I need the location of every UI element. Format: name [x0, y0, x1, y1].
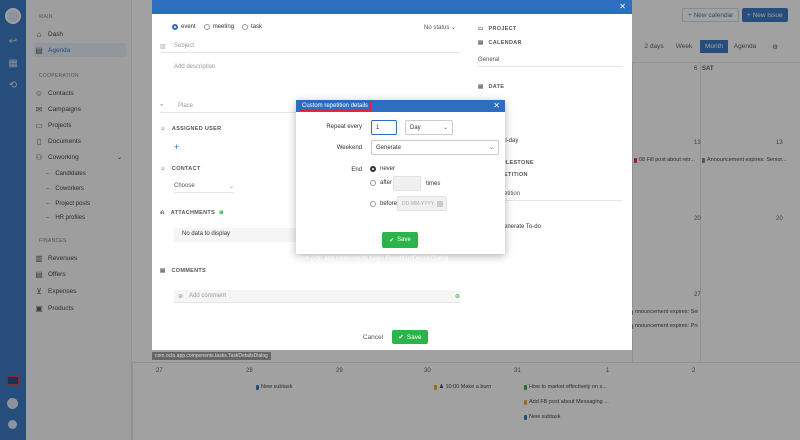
- chevron-down-icon: ⌄: [228, 183, 234, 190]
- after-times-input[interactable]: [393, 176, 421, 191]
- assigned-user-title: ☺ ASSIGNED USER: [160, 126, 222, 132]
- cancel-button[interactable]: Cancel: [356, 330, 390, 344]
- check-icon: ✔: [389, 237, 395, 244]
- type-meeting-radio[interactable]: meeting: [203, 24, 234, 30]
- add-user-icon[interactable]: +: [174, 142, 179, 152]
- weekend-select[interactable]: Generate ⌄: [371, 140, 499, 155]
- add-icon: ⊕: [178, 293, 184, 300]
- save-button[interactable]: ✔ Save: [392, 330, 428, 344]
- status-select[interactable]: No status ⌄: [424, 24, 456, 31]
- task-type-radios: event meeting task: [172, 24, 270, 30]
- generate-todo-label: enerate To-do: [504, 224, 541, 230]
- contact-select[interactable]: Choose ⌄: [174, 180, 234, 193]
- description-field[interactable]: Add description: [174, 60, 460, 73]
- component-tooltip: com.octo.app.components.tasks.TaskDetail…: [152, 352, 271, 360]
- repetition-title: ETITION: [504, 172, 528, 178]
- end-after-radio[interactable]: after: [370, 180, 392, 186]
- repeat-unit-select[interactable]: Day ⌄: [405, 120, 453, 135]
- end-label: End: [351, 167, 362, 173]
- paperclip-icon: ⎌: [160, 210, 165, 216]
- repeat-every-label: Repeat every: [326, 124, 362, 130]
- weekend-label: Weekend: [336, 145, 362, 151]
- repetition-save-button[interactable]: ✔ Save: [382, 232, 418, 248]
- calendar-icon: ▤: [478, 40, 484, 46]
- add-comment-input[interactable]: ⊕ Add comment ⊕: [174, 290, 460, 303]
- calendar-picker-icon: [437, 200, 443, 207]
- end-before-radio[interactable]: before: [370, 201, 397, 207]
- type-task-radio[interactable]: task: [242, 24, 262, 30]
- project-title: ▭ PROJECT: [478, 26, 517, 32]
- type-event-radio[interactable]: event: [172, 24, 196, 30]
- calendar-select[interactable]: General: [478, 54, 622, 67]
- dialog-title: Custom repetition details: [299, 101, 372, 111]
- repetition-details-dialog: Custom repetition details ✕ Repeat every…: [296, 100, 505, 254]
- user-icon: ☺: [160, 126, 166, 132]
- dialog-class-label: com.octo.app.components.tasks.Repetition…: [298, 256, 449, 262]
- task-dialog-header: ✕: [152, 0, 632, 14]
- location-icon: ⌖: [160, 102, 164, 109]
- end-never-radio[interactable]: never: [370, 166, 395, 172]
- all-day-label: ll-day: [504, 138, 519, 144]
- subject-field[interactable]: ▨ Subject: [160, 40, 460, 53]
- calendar-icon: ▤: [478, 84, 484, 90]
- repeat-every-input[interactable]: 1: [371, 120, 397, 135]
- calendar-title: ▤ CALENDAR: [478, 40, 522, 46]
- date-title: ▤ DATE: [478, 84, 505, 90]
- close-icon[interactable]: ✕: [493, 101, 500, 110]
- chevron-down-icon: ⌄: [442, 125, 448, 131]
- close-icon[interactable]: ✕: [619, 2, 626, 11]
- image-icon: ▨: [160, 43, 166, 50]
- attachments-title: ⎌ ATTACHMENTS ⊕: [160, 210, 224, 216]
- contact-icon: ☺: [160, 166, 166, 172]
- comments-title: ▤ COMMENTS: [160, 268, 206, 274]
- check-icon: ✔: [398, 334, 404, 341]
- contact-title: ☺ CONTACT: [160, 166, 201, 172]
- chevron-down-icon: ⌄: [488, 145, 494, 151]
- folder-icon: ▭: [478, 26, 484, 32]
- milestone-title: ILESTONE: [504, 160, 534, 166]
- send-comment-icon: ⊕: [454, 293, 460, 300]
- before-date-input[interactable]: DD-MM-YYYY: [397, 196, 447, 211]
- repetition-dialog-header: Custom repetition details ✕: [296, 100, 505, 112]
- comment-icon: ▤: [160, 268, 166, 274]
- add-attachment-icon[interactable]: ⊕: [219, 210, 224, 216]
- repetition-select[interactable]: etition: [504, 188, 622, 201]
- times-label: times: [426, 181, 441, 187]
